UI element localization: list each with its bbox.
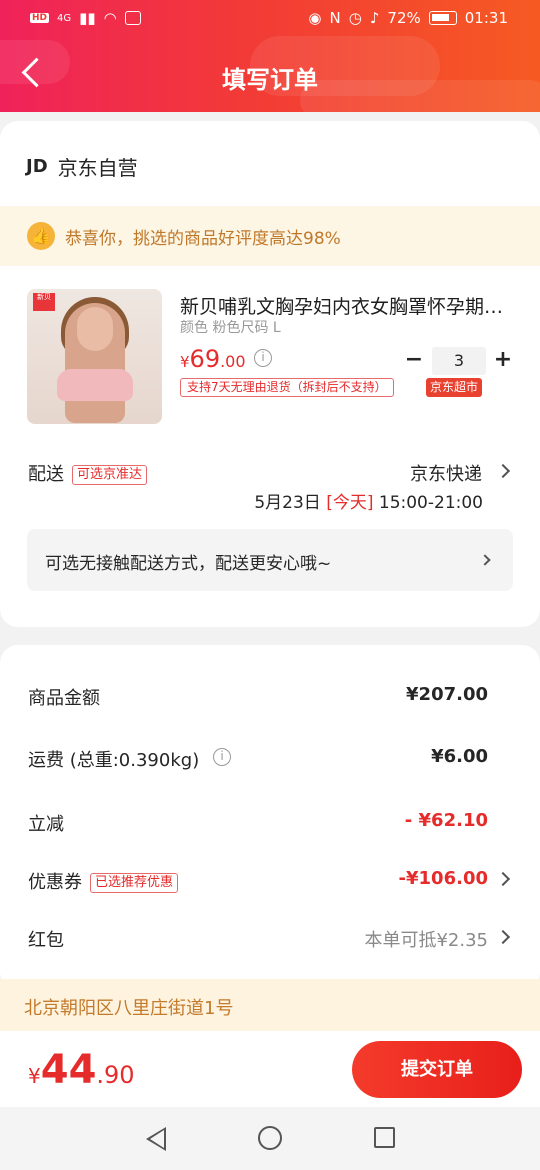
nav-recents-icon[interactable] [374,1127,395,1148]
redpacket-label: 红包 [28,930,64,951]
nav-home-icon[interactable] [258,1126,282,1150]
price-decimal: .00 [220,352,246,371]
quantity-decrease-button[interactable]: − [404,347,424,373]
contactless-delivery-row[interactable]: 可选无接触配送方式，配送更安心哦~ [27,529,513,591]
return-policy-tag: 支持7天无理由退货（拆封后不支持） [180,378,394,397]
price-currency: ¥ [180,353,190,371]
total-decimal: .90 [96,1061,135,1089]
info-icon[interactable]: i [254,349,272,367]
brand-logo: 新贝 [33,293,55,311]
product-title[interactable]: 新贝哺乳文胸孕妇内衣女胸罩怀孕期哺乳 [180,292,510,319]
jingzhunda-tag: 可选京准达 [72,465,148,485]
battery-icon [428,11,457,25]
checkout-footer: ¥44.90 提交订单 [0,1031,540,1107]
clock: 01:31 [464,9,508,27]
submit-order-button[interactable]: 提交订单 [352,1041,522,1098]
shipping-method[interactable]: 京东快递 [410,460,482,486]
goods-amount-label: 商品金额 [28,688,100,709]
chevron-right-icon [479,554,491,566]
redpacket-value[interactable]: 本单可抵¥2.35 [364,926,488,952]
delivery-time[interactable]: 5月23日 [今天] 15:00-21:00 [254,488,483,513]
quantity-increase-button[interactable]: + [492,347,514,373]
wifi-icon: ◠ [103,9,117,27]
quantity-input[interactable]: 3 [432,347,486,375]
system-nav-bar [0,1107,540,1170]
coupon-label-text: 优惠券 [28,872,82,893]
jd-logo: JD [26,156,48,177]
contactless-text: 可选无接触配送方式，配送更安心哦~ [45,554,332,574]
goods-amount-value: ¥207.00 [406,684,488,705]
app-notification-icon [124,11,141,25]
nfc-icon: N [329,9,341,27]
delivery-date: 5月23日 [254,493,327,513]
product-image[interactable]: 新贝 [27,289,162,424]
discount-label: 立减 [28,814,64,835]
network-type: 4G [57,12,72,24]
alarm-icon: ◷ [348,9,362,27]
thumbs-up-icon: 👍 [27,222,55,250]
total-integer: 44 [40,1047,97,1093]
praise-banner: 👍 恭喜你，挑选的商品好评度高达98% [0,206,540,266]
hd-icon: HD [30,13,50,23]
address-text: 北京朝阳区八里庄街道1号 [24,998,234,1019]
discount-value: - ¥62.10 [404,810,488,831]
shipping-label: 配送 可选京准达 [28,460,148,486]
page-title: 填写订单 [222,66,318,94]
shipping-label-text: 配送 [28,464,64,485]
delivery-window: 15:00-21:00 [373,493,483,513]
freight-label: 运费 (总重:0.390kg) [28,750,200,771]
coupon-label[interactable]: 优惠券 已选推荐优惠 [28,868,179,894]
app-header: HD 4G ▮▮ ◠ ◉ N ◷ ♪ 72% 01:31 填写订单 [0,0,540,112]
address-bar[interactable]: 北京朝阳区八里庄街道1号 [0,979,540,1031]
eye-icon: ◉ [308,9,322,27]
jd-supermarket-tag: 京东超市 [426,378,483,397]
image-face [77,307,113,351]
total-price: ¥44.90 [28,1047,135,1093]
store-label: 京东自营 [57,156,138,180]
status-bar: HD 4G ▮▮ ◠ ◉ N ◷ ♪ 72% 01:31 [0,0,540,38]
price-integer: 69 [189,345,221,373]
product-spec: 颜色 粉色尺码 L [180,320,281,336]
mute-icon: ♪ [369,9,380,27]
coupon-tag: 已选推荐优惠 [90,873,179,893]
image-garment [57,369,133,401]
signal-icon: ▮▮ [79,9,96,27]
delivery-today: [今天] [326,493,374,513]
battery-percent: 72% [387,9,421,27]
store-name[interactable]: JD 京东自营 [26,152,138,181]
info-icon[interactable]: i [213,748,231,766]
praise-text: 恭喜你，挑选的商品好评度高达98% [65,229,341,249]
freight-value: ¥6.00 [431,746,488,767]
total-currency: ¥ [28,1064,41,1088]
coupon-value[interactable]: -¥106.00 [399,868,488,889]
nav-back-icon[interactable] [146,1127,166,1151]
product-price: ¥69.00 [180,345,246,373]
